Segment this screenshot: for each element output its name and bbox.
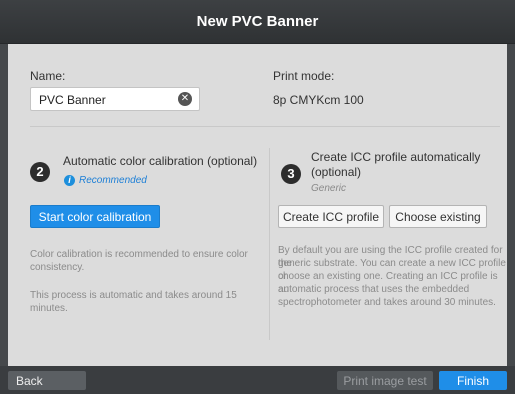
window-title: New PVC Banner	[196, 13, 319, 30]
calibration-desc-line-2: consistency.	[30, 262, 85, 273]
recommended-text: Recommended	[79, 175, 147, 186]
calibration-time-line-1: This process is automatic and takes arou…	[30, 290, 237, 301]
name-label: Name:	[30, 69, 66, 83]
start-color-calibration-button[interactable]: Start color calibration	[30, 205, 160, 228]
calibration-time-line-2: minutes.	[30, 303, 68, 314]
step-3-badge: 3	[281, 164, 301, 184]
clear-icon[interactable]: ✕	[178, 92, 192, 106]
info-icon: i	[64, 175, 75, 186]
step-2-badge: 2	[30, 162, 50, 182]
choose-existing-button[interactable]: Choose existing	[389, 205, 487, 228]
main-panel: Name: PVC Banner ✕ Print mode: 8p CMYKcm…	[8, 44, 507, 366]
back-button[interactable]: Back	[8, 371, 86, 390]
step-3-title-line-1: Create ICC profile automatically	[311, 150, 481, 164]
step-3-title-line-2: (optional)	[311, 165, 362, 179]
generic-text: Generic	[311, 183, 347, 194]
name-input-value[interactable]: PVC Banner	[39, 93, 106, 107]
horizontal-divider	[30, 126, 500, 127]
name-input[interactable]: PVC Banner ✕	[30, 87, 200, 111]
print-mode-label: Print mode:	[273, 69, 335, 83]
vertical-divider	[269, 148, 270, 340]
print-image-test-button[interactable]: Print image test	[337, 371, 433, 390]
create-icc-profile-button[interactable]: Create ICC profile	[278, 205, 384, 228]
calibration-desc-line-1: Color calibration is recommended to ensu…	[30, 249, 248, 260]
window-titlebar: New PVC Banner	[0, 0, 515, 44]
icc-desc-line-4: automatic process that uses the embedded	[278, 284, 470, 295]
print-mode-value: 8p CMYKcm 100	[273, 93, 364, 107]
finish-button[interactable]: Finish	[439, 371, 507, 390]
icc-desc-line-5: spectrophotometer and takes around 30 mi…	[278, 297, 496, 308]
step-2-title: Automatic color calibration (optional)	[63, 154, 258, 168]
